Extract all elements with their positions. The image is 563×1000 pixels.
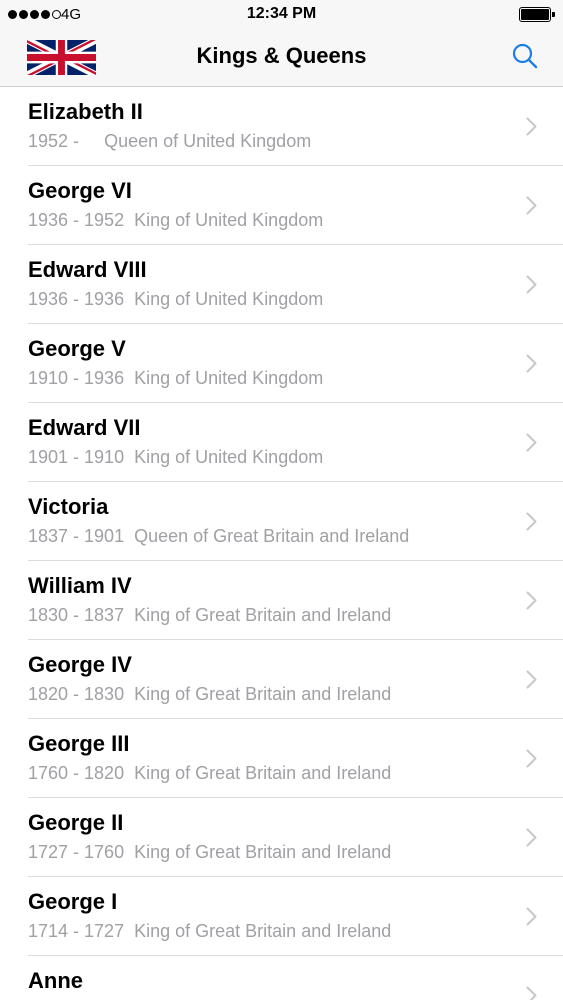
list-item[interactable]: George VI 1936 - 1952 King of United King…	[0, 166, 563, 245]
monarch-name: George II	[28, 810, 124, 835]
monarch-title: King of Great Britain and Ireland	[134, 921, 392, 941]
monarch-name: George III	[28, 731, 130, 756]
monarch-subtitle: 1714 - 1727 King of Great Britain and Ir…	[28, 921, 391, 942]
page-title: Kings & Queens	[196, 43, 367, 68]
monarch-title: King of United Kingdom	[134, 447, 324, 467]
chevron-right-icon	[526, 670, 537, 689]
reign-years: 1727 - 1760	[28, 842, 125, 862]
monarch-title: King of United Kingdom	[134, 289, 324, 309]
monarch-name: George IV	[28, 652, 132, 677]
chevron-right-icon	[526, 275, 537, 294]
reign-years: 1714 - 1727	[28, 921, 125, 941]
monarch-title: King of Great Britain and Ireland	[134, 605, 392, 625]
monarch-name: Victoria	[28, 494, 109, 519]
chevron-right-icon	[526, 591, 537, 610]
monarch-list: Elizabeth II 1952 - Queen of United Kingd…	[0, 87, 563, 1000]
list-item[interactable]: George II 1727 - 1760 King of Great Brita…	[0, 798, 563, 877]
monarch-subtitle: 1910 - 1936 King of United Kingdom	[28, 368, 323, 389]
monarch-subtitle: 1936 - 1936 King of United Kingdom	[28, 289, 323, 310]
monarch-subtitle: 1830 - 1837 King of Great Britain and Ir…	[28, 605, 391, 626]
chevron-right-icon	[526, 117, 537, 136]
list-item[interactable]: Anne	[0, 956, 563, 1000]
reign-years: 1952 -	[28, 131, 95, 151]
monarch-name: Edward VIII	[28, 257, 147, 282]
reign-years: 1760 - 1820	[28, 763, 125, 783]
monarch-title: King of United Kingdom	[134, 368, 324, 388]
reign-years: 1910 - 1936	[28, 368, 125, 388]
monarch-subtitle: 1820 - 1830 King of Great Britain and Ir…	[28, 684, 391, 705]
status-time: 12:34 PM	[246, 5, 317, 22]
monarch-title: King of United Kingdom	[134, 210, 324, 230]
reign-years: 1936 - 1936	[28, 289, 125, 309]
monarch-title: King of Great Britain and Ireland	[134, 842, 392, 862]
monarch-subtitle: 1760 - 1820 King of Great Britain and Ir…	[28, 763, 391, 784]
list-item[interactable]: Victoria 1837 - 1901 Queen of Great Brita…	[0, 482, 563, 561]
monarch-title: King of Great Britain and Ireland	[134, 763, 392, 783]
list-item[interactable]: Edward VII 1901 - 1910 King of United Kin…	[0, 403, 563, 482]
monarch-name: George V	[28, 336, 126, 361]
chevron-right-icon	[526, 907, 537, 926]
monarch-subtitle: 1952 - Queen of United Kingdom	[28, 131, 311, 152]
list-item[interactable]: George III 1760 - 1820 King of Great Brit…	[0, 719, 563, 798]
monarch-title: King of Great Britain and Ireland	[134, 684, 392, 704]
monarch-name: Elizabeth II	[28, 99, 143, 124]
chevron-right-icon	[526, 749, 537, 768]
list-item[interactable]: George I 1714 - 1727 King of Great Britai…	[0, 877, 563, 956]
reign-years: 1830 - 1837	[28, 605, 125, 625]
list-item[interactable]: Edward VIII 1936 - 1936 King of United Ki…	[0, 245, 563, 324]
reign-years: 1837 - 1901	[28, 526, 125, 546]
monarch-subtitle: 1727 - 1760 King of Great Britain and Ir…	[28, 842, 391, 863]
reign-years: 1901 - 1910	[28, 447, 125, 467]
status-bar: 4G 12:34 PM	[0, 0, 563, 30]
chevron-right-icon	[526, 354, 537, 373]
monarch-title: Queen of United Kingdom	[104, 131, 312, 151]
monarch-name: George I	[28, 889, 118, 914]
list-item[interactable]: George V 1910 - 1936 King of United Kingd…	[0, 324, 563, 403]
chevron-right-icon	[526, 512, 537, 531]
monarch-name: Anne	[28, 968, 83, 993]
reign-years: 1820 - 1830	[28, 684, 125, 704]
chevron-right-icon	[526, 433, 537, 452]
reign-years: 1936 - 1952	[28, 210, 125, 230]
chevron-right-icon	[526, 196, 537, 215]
search-icon[interactable]	[511, 42, 539, 70]
list-item[interactable]: Elizabeth II 1952 - Queen of United Kingd…	[0, 87, 563, 166]
list-item[interactable]: William IV 1830 - 1837 King of Great Brit…	[0, 561, 563, 640]
chevron-right-icon	[526, 986, 537, 1000]
monarch-subtitle: 1936 - 1952 King of United Kingdom	[28, 210, 323, 231]
monarch-subtitle: 1901 - 1910 King of United Kingdom	[28, 447, 323, 468]
battery-icon	[519, 7, 555, 22]
list-item[interactable]: George IV 1820 - 1830 King of Great Brita…	[0, 640, 563, 719]
navigation-bar: Kings & Queens	[0, 30, 563, 87]
monarch-name: Edward VII	[28, 415, 141, 440]
monarch-name: George VI	[28, 178, 132, 203]
app-screen: 4G 12:34 PM Kings & Queens Elizabeth II …	[0, 0, 563, 1000]
monarch-name: William IV	[28, 573, 132, 598]
monarch-subtitle: 1837 - 1901 Queen of Great Britain and I…	[28, 526, 409, 547]
chevron-right-icon	[526, 828, 537, 847]
monarch-title: Queen of Great Britain and Ireland	[134, 526, 410, 546]
